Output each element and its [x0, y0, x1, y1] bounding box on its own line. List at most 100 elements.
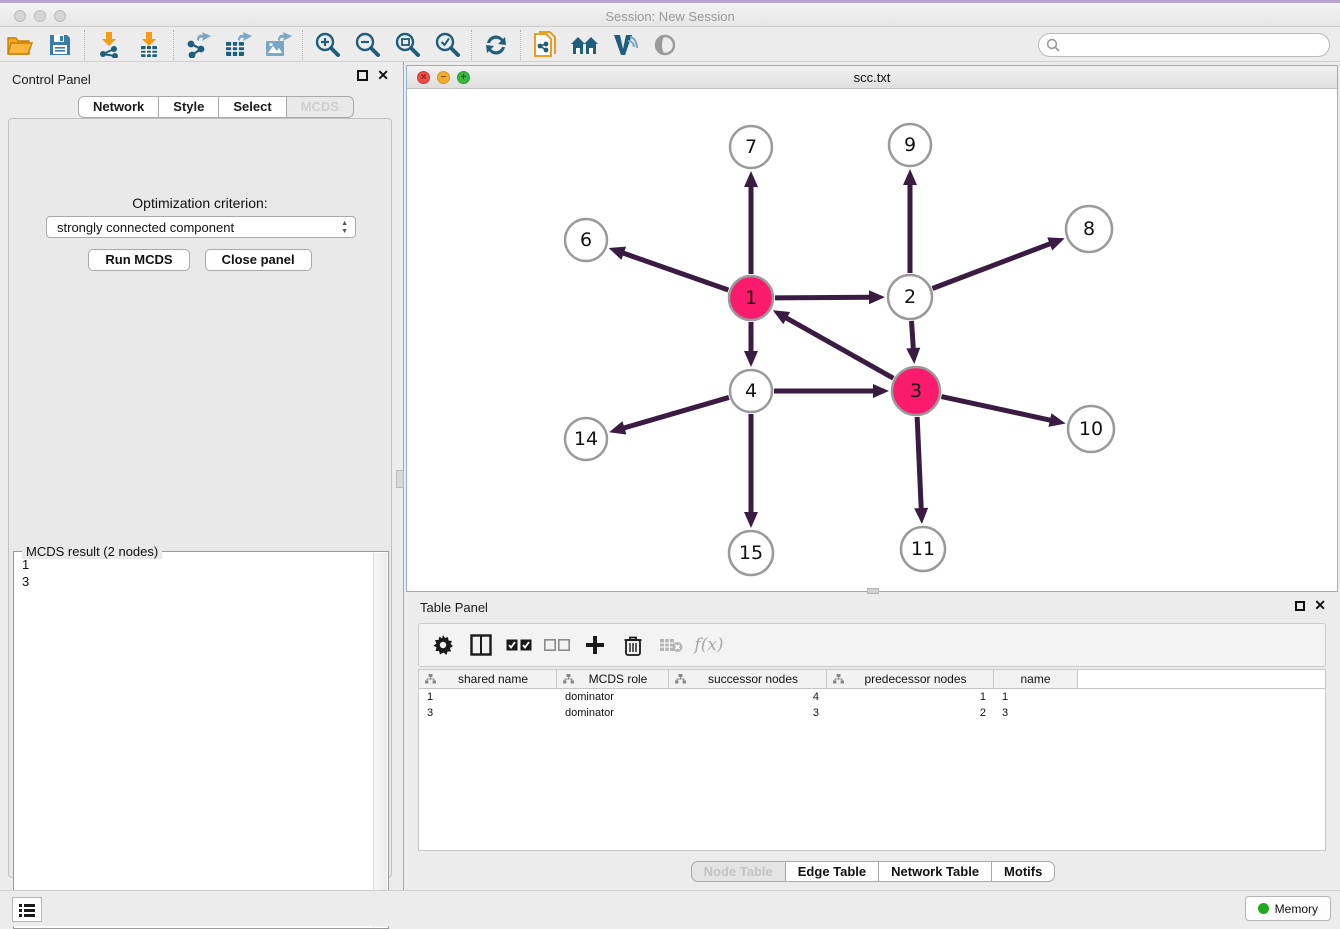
network-window-titlebar[interactable]: × − + scc.txt [407, 66, 1337, 89]
tab-select[interactable]: Select [218, 96, 286, 118]
zoom-in-button[interactable] [307, 29, 347, 61]
zoom-selected-button[interactable] [427, 29, 467, 61]
graph-node-1[interactable]: 1 [729, 276, 773, 320]
add-column-button[interactable] [579, 628, 611, 662]
home-browser-button[interactable] [565, 29, 605, 61]
toolbar-separator [520, 30, 521, 60]
column-header-name[interactable]: name [994, 670, 1078, 688]
close-table-panel-icon[interactable]: ✕ [1314, 600, 1326, 611]
export-image-button[interactable] [258, 29, 298, 61]
table-row[interactable]: 3dominator323 [419, 705, 1325, 721]
cell-name[interactable]: 1 [994, 691, 1078, 703]
export-table-icon [224, 32, 252, 58]
tab-motifs[interactable]: Motifs [991, 861, 1055, 882]
tab-mcds[interactable]: MCDS [286, 96, 354, 118]
svg-text:10: 10 [1079, 418, 1103, 440]
graph-node-11[interactable]: 11 [901, 527, 945, 571]
edge-2-8[interactable] [932, 243, 1051, 288]
graph-node-3[interactable]: 3 [892, 367, 940, 415]
cell-name[interactable]: 3 [994, 707, 1078, 719]
horizontal-splitter-handle[interactable] [867, 588, 879, 594]
show-graphics-details-button[interactable] [645, 29, 685, 61]
float-table-panel-icon[interactable] [1295, 601, 1305, 611]
function-builder-button[interactable]: f(x) [693, 628, 725, 662]
save-session-button[interactable] [40, 29, 80, 61]
export-image-icon [264, 32, 292, 58]
tab-edge-table[interactable]: Edge Table [785, 861, 879, 882]
delete-columns-button[interactable] [617, 628, 649, 662]
close-panel-icon[interactable]: ✕ [377, 70, 389, 81]
save-disk-icon [49, 34, 71, 56]
select-all-columns-button[interactable] [503, 628, 535, 662]
main-toolbar [0, 28, 1340, 62]
vizmapper-button[interactable] [605, 29, 645, 61]
open-network-file-button[interactable] [525, 29, 565, 61]
vertical-splitter-handle[interactable] [396, 470, 404, 488]
graph-node-14[interactable]: 14 [565, 418, 607, 460]
optimization-criterion-label: Optimization criterion: [9, 195, 391, 211]
mcds-result-text[interactable]: 1 3 [16, 556, 372, 926]
memory-button[interactable]: Memory [1245, 896, 1331, 921]
delete-table-button[interactable] [655, 628, 687, 662]
cell-predecessor-nodes[interactable]: 2 [827, 707, 994, 719]
edge-3-11[interactable] [917, 417, 921, 510]
column-header-predecessor-nodes[interactable]: predecessor nodes [827, 670, 994, 688]
cell-MCDS-role[interactable]: dominator [557, 691, 669, 703]
cell-successor-nodes[interactable]: 3 [669, 707, 827, 719]
column-header-successor-nodes[interactable]: successor nodes [669, 670, 827, 688]
table-row[interactable]: 1dominator411 [419, 689, 1325, 705]
graph-node-7[interactable]: 7 [730, 126, 772, 168]
export-network-button[interactable] [178, 29, 218, 61]
graph-node-10[interactable]: 10 [1068, 406, 1114, 452]
cell-successor-nodes[interactable]: 4 [669, 691, 827, 703]
open-session-button[interactable] [0, 29, 40, 61]
graph-node-4[interactable]: 4 [730, 370, 772, 412]
zoom-out-button[interactable] [347, 29, 387, 61]
cell-predecessor-nodes[interactable]: 1 [827, 691, 994, 703]
toolbar-separator [471, 30, 472, 60]
toggle-panes-button[interactable] [465, 628, 497, 662]
refresh-button[interactable] [476, 29, 516, 61]
edge-4-14[interactable] [622, 397, 728, 428]
svg-text:4: 4 [745, 380, 757, 402]
graph-node-2[interactable]: 2 [888, 275, 932, 319]
graph-node-9[interactable]: 9 [889, 124, 931, 166]
edge-1-6[interactable] [622, 253, 729, 290]
edge-3-1[interactable] [785, 317, 893, 378]
column-header-MCDS-role[interactable]: MCDS role [557, 670, 669, 688]
close-panel-button[interactable]: Close panel [205, 249, 312, 271]
column-label: predecessor nodes [848, 672, 993, 686]
search-input[interactable] [1038, 33, 1330, 57]
edge-2-3[interactable] [912, 321, 914, 350]
mcds-result-scrollbar[interactable] [373, 553, 387, 927]
import-table-button[interactable] [129, 29, 169, 61]
tab-node-table[interactable]: Node Table [691, 861, 786, 882]
tab-network[interactable]: Network [78, 96, 159, 118]
optimization-criterion-select[interactable]: strongly connected component ▲▼ [46, 216, 356, 238]
run-mcds-button[interactable]: Run MCDS [88, 249, 189, 271]
show-task-history-button[interactable] [12, 897, 42, 922]
network-canvas[interactable]: 7 9 6 8 1 2 4 3 14 10 15 11 [407, 89, 1337, 591]
edge-1-2[interactable] [775, 297, 871, 298]
float-panel-icon[interactable] [357, 70, 368, 81]
tab-style[interactable]: Style [158, 96, 219, 118]
tab-network-table[interactable]: Network Table [878, 861, 992, 882]
unselect-all-columns-button[interactable] [541, 628, 573, 662]
column-header-shared-name[interactable]: shared name [419, 670, 557, 688]
cell-shared-name[interactable]: 1 [419, 691, 557, 703]
cell-MCDS-role[interactable]: dominator [557, 707, 669, 719]
node-table[interactable]: shared name MCDS rolesuccessor nodes prede… [418, 669, 1326, 851]
column-label: MCDS role [578, 672, 668, 686]
toolbar-separator [84, 30, 85, 60]
cell-shared-name[interactable]: 3 [419, 707, 557, 719]
zoom-fit-button[interactable] [387, 29, 427, 61]
zoom-fit-icon [394, 32, 420, 58]
import-network-icon [97, 32, 121, 58]
edge-3-10[interactable] [941, 397, 1052, 421]
graph-node-15[interactable]: 15 [729, 531, 773, 575]
graph-node-8[interactable]: 8 [1066, 206, 1112, 252]
table-options-button[interactable] [427, 628, 459, 662]
graph-node-6[interactable]: 6 [565, 219, 607, 261]
export-table-button[interactable] [218, 29, 258, 61]
import-network-button[interactable] [89, 29, 129, 61]
